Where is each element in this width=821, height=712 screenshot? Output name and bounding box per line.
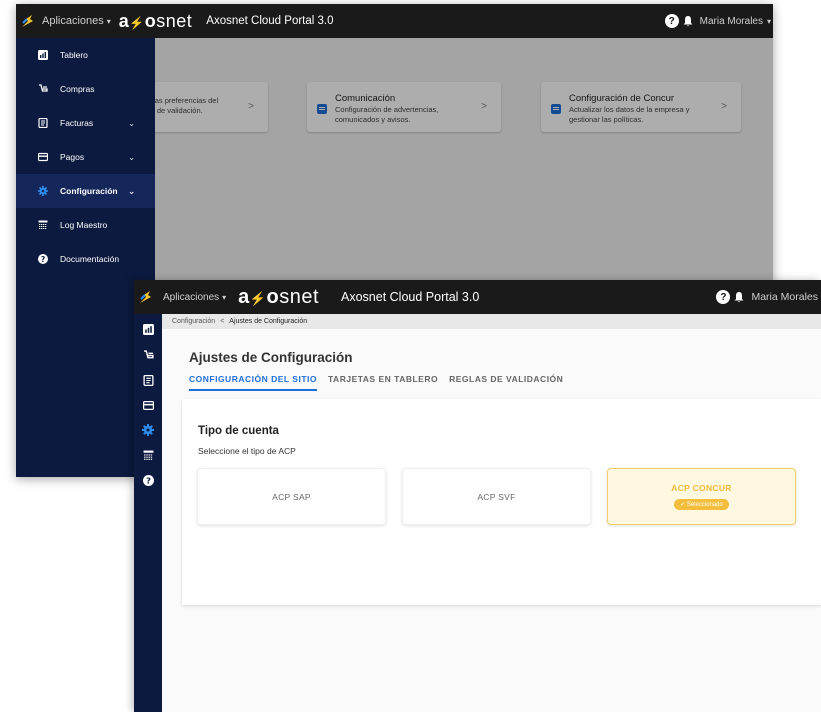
chevron-down-icon: ▾ <box>222 292 227 302</box>
collapsed-side-navigation: ? <box>134 314 162 712</box>
invoice-icon[interactable] <box>141 373 155 387</box>
cart-icon <box>38 84 48 94</box>
option-acp-sap[interactable]: ACP SAP <box>197 468 386 525</box>
top-bar: Aplicaciones ▾ a ⚡ o snet Axosnet Cloud Por… <box>16 4 773 38</box>
settings-tabs: CONFIGURACIÓN DEL SITIO TARJETAS EN TABL… <box>189 374 574 391</box>
breadcrumb: Configuración < Ajustes de Configuración <box>162 314 821 329</box>
breadcrumb-parent[interactable]: Configuración <box>172 318 215 325</box>
section-title: Tipo de cuenta <box>198 425 279 437</box>
page-title: Ajustes de Configuración <box>189 350 353 365</box>
sidebar-item-pagos[interactable]: Pagos ⌄ <box>16 140 155 174</box>
help-icon[interactable]: ? <box>716 290 731 304</box>
bell-icon[interactable] <box>682 15 694 27</box>
brand-logo: a ⚡ o snet <box>118 10 193 31</box>
card-icon[interactable] <box>141 398 155 412</box>
tab-tarjetas-en-tablero[interactable]: TARJETAS EN TABLERO <box>328 374 438 391</box>
sidebar-item-configuracion[interactable]: Configuración ⌄ <box>16 174 155 208</box>
app-logo-icon <box>140 291 151 303</box>
breadcrumb-separator: < <box>220 318 225 325</box>
svg-text:?: ? <box>146 475 151 485</box>
gear-icon[interactable] <box>141 423 155 437</box>
apps-menu[interactable]: Aplicaciones ▾ <box>163 292 226 303</box>
portal-title: Axosnet Cloud Portal 3.0 <box>341 290 480 304</box>
chevron-down-icon: ⌄ <box>128 118 135 128</box>
chevron-down-icon: ▾ <box>106 16 111 26</box>
user-name[interactable]: Maria Morales <box>751 291 818 303</box>
breadcrumb-current: Ajustes de Configuración <box>229 318 308 325</box>
dashboard-icon[interactable] <box>141 322 155 336</box>
sidebar-item-log-maestro[interactable]: Log Maestro <box>16 208 155 242</box>
settings-main: Ajustes de Configuración CONFIGURACIÓN D… <box>162 329 821 712</box>
card-icon <box>38 152 48 162</box>
apps-label: Aplicaciones <box>42 15 104 27</box>
selected-badge: ✓ Seleccionado <box>674 499 729 510</box>
log-icon <box>38 220 48 230</box>
gear-icon <box>38 186 48 196</box>
user-area: ? Maria Morales <box>716 290 818 304</box>
cart-icon[interactable] <box>141 348 155 362</box>
log-icon[interactable] <box>141 448 155 462</box>
bell-icon[interactable] <box>733 291 745 303</box>
settings-window: Aplicaciones ▾ a ⚡ o snet Axosnet Cloud Por… <box>134 280 821 712</box>
chevron-down-icon: ⌄ <box>128 152 135 162</box>
sidebar-item-tablero[interactable]: Tablero <box>16 38 155 72</box>
help-icon: ? <box>38 254 48 264</box>
brand-logo: a ⚡ o snet <box>238 285 320 308</box>
user-name[interactable]: Maria Morales <box>700 16 763 27</box>
section-subtitle: Seleccione el tipo de ACP <box>198 446 296 456</box>
chevron-down-icon: ▾ <box>766 16 771 26</box>
help-icon[interactable]: ? <box>664 14 679 28</box>
top-bar: Aplicaciones ▾ a ⚡ o snet Axosnet Cloud Por… <box>134 280 821 314</box>
account-type-panel: Tipo de cuenta Seleccione el tipo de ACP… <box>182 399 821 605</box>
apps-label: Aplicaciones <box>163 291 220 303</box>
app-logo-icon <box>22 15 33 27</box>
option-acp-svf[interactable]: ACP SVF <box>402 468 591 525</box>
portal-title: Axosnet Cloud Portal 3.0 <box>206 15 334 27</box>
sidebar-item-documentacion[interactable]: ? Documentación <box>16 242 155 276</box>
tab-reglas-de-validacion[interactable]: REGLAS DE VALIDACIÓN <box>449 374 563 391</box>
svg-text:?: ? <box>41 255 45 264</box>
user-area: ? Maria Morales ▾ <box>664 14 771 28</box>
apps-menu[interactable]: Aplicaciones ▾ <box>42 15 111 27</box>
sidebar-item-compras[interactable]: Compras <box>16 72 155 106</box>
tab-configuracion-del-sitio[interactable]: CONFIGURACIÓN DEL SITIO <box>189 374 317 391</box>
invoice-icon <box>38 118 48 128</box>
dashboard-icon <box>38 50 48 60</box>
option-acp-concur[interactable]: ACP CONCUR ✓ Seleccionado <box>607 468 796 525</box>
help-icon[interactable]: ? <box>141 473 155 487</box>
sidebar-item-facturas[interactable]: Facturas ⌄ <box>16 106 155 140</box>
chevron-down-icon: ⌄ <box>128 186 135 196</box>
